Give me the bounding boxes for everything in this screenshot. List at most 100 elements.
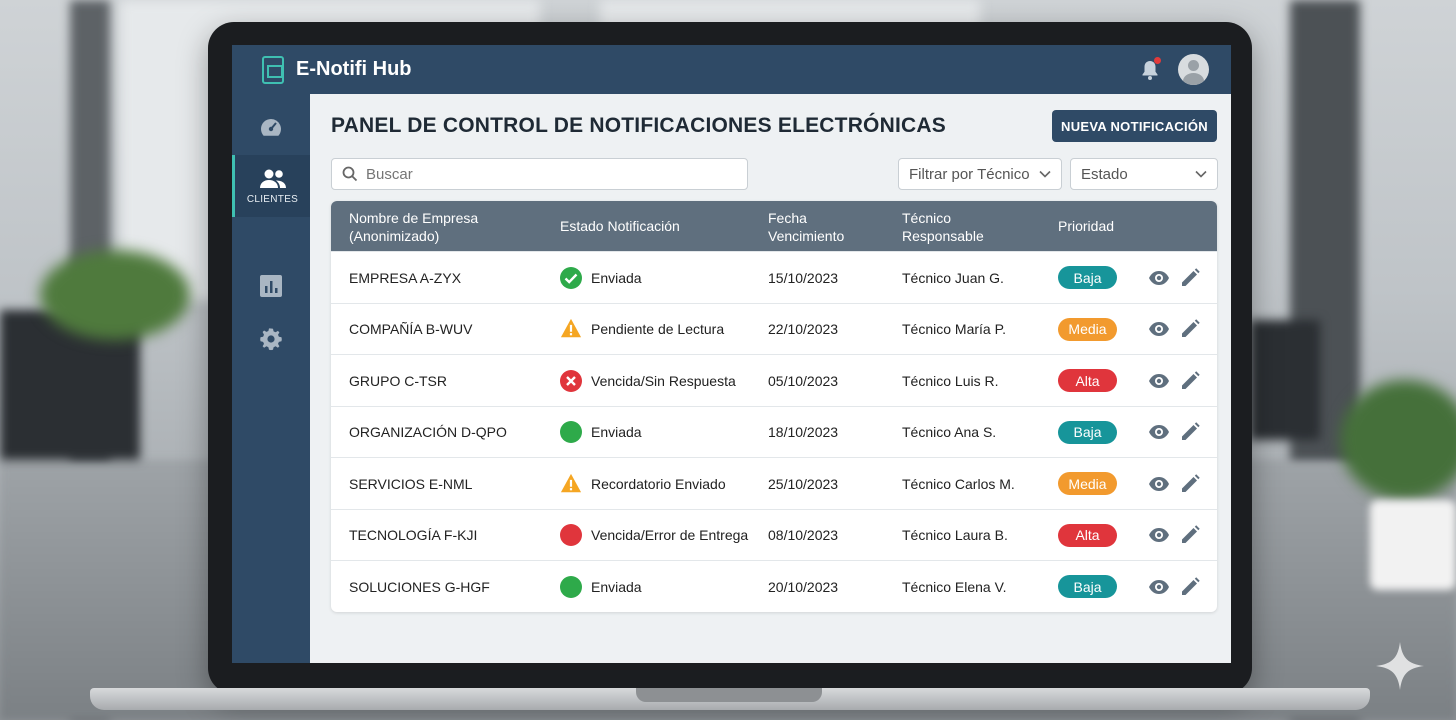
table-row[interactable]: TECNOLOGÍA F-KJI Vencida/Error de Entrega… bbox=[331, 508, 1217, 561]
row-actions bbox=[1148, 561, 1210, 612]
company-name: EMPRESA A-ZYX bbox=[349, 269, 462, 286]
gear-icon bbox=[260, 328, 282, 351]
technician: Técnico Juan G. bbox=[902, 269, 1004, 286]
header-due-date[interactable]: Fecha Vencimiento bbox=[768, 209, 844, 245]
row-actions bbox=[1148, 252, 1210, 303]
priority-cell: Alta bbox=[1058, 355, 1117, 406]
table-row[interactable]: EMPRESA A-ZYX Enviada 15/10/2023 Técnico Ju… bbox=[331, 251, 1217, 303]
notification-status: Pendiente de Lectura bbox=[560, 304, 724, 355]
priority-cell: Alta bbox=[1058, 510, 1117, 561]
header-tech-line1: Técnico bbox=[902, 210, 952, 226]
notification-status: Recordatorio Enviado bbox=[560, 458, 726, 509]
priority-badge: Baja bbox=[1058, 420, 1117, 444]
table-row[interactable]: SERVICIOS E-NML Recordatorio Enviado 25/10… bbox=[331, 457, 1217, 509]
table-row[interactable]: COMPAÑÍA B-WUV Pendiente de Lectura 22/10/… bbox=[331, 302, 1217, 355]
technician: Técnico María P. bbox=[902, 321, 1007, 337]
notification-status: Enviada bbox=[560, 407, 642, 458]
red-dot-icon bbox=[560, 524, 582, 546]
pencil-icon[interactable] bbox=[1179, 267, 1201, 289]
page-title: PANEL DE CONTROL DE NOTIFICACIONES ELECT… bbox=[331, 114, 946, 137]
header-status[interactable]: Estado Notificación bbox=[560, 217, 680, 235]
header-company[interactable]: Nombre de Empresa (Anonimizado) bbox=[349, 209, 478, 245]
x-circle-icon bbox=[560, 369, 582, 392]
row-actions bbox=[1148, 458, 1210, 509]
eye-icon[interactable] bbox=[1148, 318, 1170, 340]
pencil-icon[interactable] bbox=[1179, 473, 1201, 495]
status-text: Enviada bbox=[591, 269, 642, 286]
due-date: 25/10/2023 bbox=[768, 475, 839, 492]
row-actions bbox=[1148, 355, 1210, 406]
sidebar-item-dashboard[interactable] bbox=[232, 98, 310, 160]
due-date: 22/10/2023 bbox=[768, 321, 839, 337]
company-name: SOLUCIONES G-HGF bbox=[349, 578, 490, 595]
eye-icon[interactable] bbox=[1148, 473, 1170, 495]
green-dot-icon bbox=[560, 575, 582, 598]
company-name: TECNOLOGÍA F-KJI bbox=[349, 527, 478, 543]
avatar[interactable] bbox=[1178, 54, 1209, 85]
sidebar-item-settings[interactable] bbox=[232, 312, 310, 370]
eye-icon[interactable] bbox=[1148, 370, 1170, 392]
notifications-table: Nombre de Empresa (Anonimizado) Estado N… bbox=[331, 201, 1217, 612]
priority-cell: Media bbox=[1058, 304, 1117, 355]
company-name: GRUPO C-TSR bbox=[349, 372, 447, 389]
table-row[interactable]: GRUPO C-TSR Vencida/Sin Respuesta 05/10/20… bbox=[331, 354, 1217, 406]
status-text: Recordatorio Enviado bbox=[591, 475, 726, 492]
priority-cell: Baja bbox=[1058, 252, 1117, 303]
sidebar-item-clientes[interactable]: CLIENTES bbox=[232, 155, 310, 217]
sidebar-item-reports[interactable] bbox=[232, 259, 310, 317]
sidebar: CLIENTES bbox=[232, 94, 310, 663]
row-actions bbox=[1148, 304, 1210, 355]
eye-icon[interactable] bbox=[1148, 576, 1170, 598]
dashboard-icon bbox=[261, 119, 281, 136]
pencil-icon[interactable] bbox=[1179, 576, 1201, 598]
header-tech-line2: Responsable bbox=[902, 228, 984, 244]
header-due-line2: Vencimiento bbox=[768, 228, 845, 244]
technician: Técnico Laura B. bbox=[902, 527, 1008, 543]
priority-badge: Baja bbox=[1058, 266, 1117, 289]
check-circle-icon bbox=[560, 266, 582, 289]
pencil-icon[interactable] bbox=[1179, 370, 1201, 392]
header-technician[interactable]: Técnico Responsable bbox=[902, 209, 984, 245]
status-filter-value: Estado bbox=[1081, 165, 1128, 183]
search-input[interactable] bbox=[366, 165, 726, 183]
row-actions bbox=[1148, 407, 1210, 458]
app-screen: E-Notifi Hub CLIENTES PANEL DE CONTROL D… bbox=[232, 45, 1231, 663]
green-dot-icon bbox=[560, 421, 582, 443]
table-body: EMPRESA A-ZYX Enviada 15/10/2023 Técnico Ju… bbox=[331, 251, 1217, 612]
pencil-icon[interactable] bbox=[1179, 318, 1201, 340]
pencil-icon[interactable] bbox=[1179, 524, 1201, 546]
app-title: E-Notifi Hub bbox=[296, 58, 412, 80]
header-priority[interactable]: Prioridad bbox=[1058, 217, 1114, 235]
pencil-icon[interactable] bbox=[1179, 421, 1201, 443]
due-date: 20/10/2023 bbox=[768, 578, 839, 595]
priority-badge: Media bbox=[1058, 317, 1117, 341]
technician: Técnico Carlos M. bbox=[902, 475, 1015, 492]
top-bar: E-Notifi Hub bbox=[232, 45, 1231, 94]
new-notification-button[interactable]: NUEVA NOTIFICACIÓN bbox=[1052, 110, 1217, 142]
company-name: ORGANIZACIÓN D-QPO bbox=[349, 424, 507, 440]
eye-icon[interactable] bbox=[1148, 267, 1170, 289]
sparkle-watermark-icon bbox=[1376, 642, 1424, 690]
eye-icon[interactable] bbox=[1148, 421, 1170, 443]
search-icon bbox=[342, 166, 358, 182]
priority-cell: Baja bbox=[1058, 407, 1117, 458]
laptop-notch bbox=[636, 688, 822, 702]
technician-filter-select[interactable]: Filtrar por Técnico bbox=[898, 158, 1062, 190]
status-text: Pendiente de Lectura bbox=[591, 321, 725, 337]
due-date: 15/10/2023 bbox=[768, 269, 839, 286]
users-icon bbox=[259, 169, 286, 188]
status-text: Enviada bbox=[591, 424, 642, 440]
due-date: 18/10/2023 bbox=[768, 424, 839, 440]
technician: Técnico Luis R. bbox=[902, 372, 999, 389]
table-row[interactable]: ORGANIZACIÓN D-QPO Enviada 18/10/2023 Técni… bbox=[331, 405, 1217, 458]
notification-dot bbox=[1154, 57, 1161, 64]
technician-filter-value: Filtrar por Técnico bbox=[909, 165, 1030, 183]
status-filter-select[interactable]: Estado bbox=[1070, 158, 1218, 190]
eye-icon[interactable] bbox=[1148, 524, 1170, 546]
priority-badge: Alta bbox=[1058, 369, 1117, 392]
table-row[interactable]: SOLUCIONES G-HGF Enviada 20/10/2023 Técnico… bbox=[331, 560, 1217, 612]
chevron-down-icon bbox=[1195, 170, 1207, 178]
search-box[interactable] bbox=[331, 158, 748, 190]
status-text: Enviada bbox=[591, 578, 642, 595]
notification-status: Vencida/Error de Entrega bbox=[560, 510, 748, 561]
